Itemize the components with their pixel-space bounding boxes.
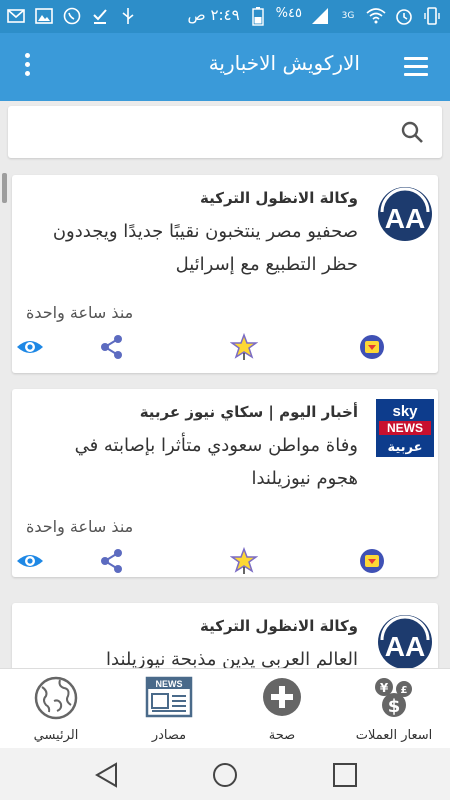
nav-label: اسعار العملات [355,728,433,743]
aa-logo: AA [378,615,432,668]
search-input[interactable] [18,114,388,150]
arabia-logo-text: عربية [387,440,422,455]
sky-news-arabia-logo: sky NEWS عربية [376,399,434,457]
signal-icon [310,6,330,26]
bookmark-icon[interactable] [358,333,386,361]
news-card[interactable]: AA وكالة الانظول التركية العالم العربي ي… [12,603,438,668]
battery-icon [248,6,268,26]
app-title: الاركويش الاخبارية [208,51,360,75]
alarm-icon [394,6,414,26]
currency-icon: ¥ £ $ [375,678,412,717]
whatsapp-icon [62,6,82,26]
overflow-menu-icon[interactable] [22,53,32,79]
nav-label: الرئيسي [33,728,79,743]
star-icon[interactable] [230,547,258,575]
news-icon: NEWS [145,676,193,718]
card-headline[interactable]: وفاة مواطن سعودي متأثرا بإصابته في هجوم … [28,429,358,495]
health-plus-icon [263,678,301,716]
search-icon[interactable] [400,120,424,144]
vibrate-icon [422,6,442,26]
card-source: أخبار اليوم | سكاي نيوز عربية [139,403,358,421]
search-bar[interactable] [8,106,442,158]
news-card[interactable]: sky NEWS عربية أخبار اليوم | سكاي نيوز ع… [12,389,438,577]
notification-icons [6,6,138,26]
hamburger-menu-icon[interactable] [404,57,428,77]
share-icon[interactable] [98,333,126,361]
clock: ٢:٤٩ ص [187,6,240,24]
email-icon [6,6,26,26]
news-card[interactable]: AA وكالة الانظول التركية صحفيو مصر ينتخب… [12,175,438,373]
card-time: منذ ساعة واحدة [26,303,134,322]
home-icon[interactable] [210,760,240,790]
back-icon[interactable] [92,760,122,790]
bookmark-icon[interactable] [358,547,386,575]
usb-icon [118,6,138,26]
aa-logo: AA [378,187,432,241]
sky-logo-text: sky [392,403,418,420]
svg-text:¥: ¥ [380,681,389,695]
bottom-navigation: ¥ £ $ اسعار العملات صحة NEWS مصادر الرئي… [0,668,450,748]
news-feed[interactable]: AA وكالة الانظول التركية صحفيو مصر ينتخب… [0,165,450,668]
globe-icon [34,676,78,720]
data-3g-icon: 3G [341,11,355,21]
recents-icon[interactable] [330,760,360,790]
battery-percent: %٤٥ [275,6,302,21]
nav-item-currency[interactable]: ¥ £ $ اسعار العملات [338,669,450,749]
scrollbar[interactable] [2,173,7,203]
system-navigation-bar [0,748,450,800]
svg-text:$: $ [388,696,401,717]
news-icon-text: NEWS [156,679,183,689]
card-source: وكالة الانظول التركية [200,617,358,635]
gallery-icon [34,6,54,26]
card-source: وكالة الانظول التركية [200,189,358,207]
nav-item-health[interactable]: صحة [226,669,338,749]
svg-text:£: £ [401,685,408,696]
aa-logo-text: AA [385,203,425,234]
eye-icon[interactable] [16,547,44,575]
news-logo-text: NEWS [387,421,423,435]
wifi-icon [366,6,386,26]
aa-logo-text: AA [385,631,425,662]
share-icon[interactable] [98,547,126,575]
nav-label: مصادر [151,728,187,743]
system-status: ٢:٤٩ ص %٤٥ 3G [188,6,442,26]
card-time: منذ ساعة واحدة [26,517,134,536]
nav-item-sources[interactable]: NEWS مصادر [113,669,225,749]
card-headline[interactable]: العالم العربي يدين مذبحة نيوزيلندا [28,643,358,668]
eye-icon[interactable] [16,333,44,361]
download-done-icon [90,6,110,26]
status-bar: ٢:٤٩ ص %٤٥ 3G [0,0,450,33]
card-headline[interactable]: صحفيو مصر ينتخبون نقيبًا جديدًا ويجددون … [28,215,358,281]
nav-label: صحة [268,728,296,743]
star-icon[interactable] [230,333,258,361]
nav-item-home[interactable]: الرئيسي [0,669,112,749]
app-bar: الاركويش الاخبارية [0,33,450,101]
